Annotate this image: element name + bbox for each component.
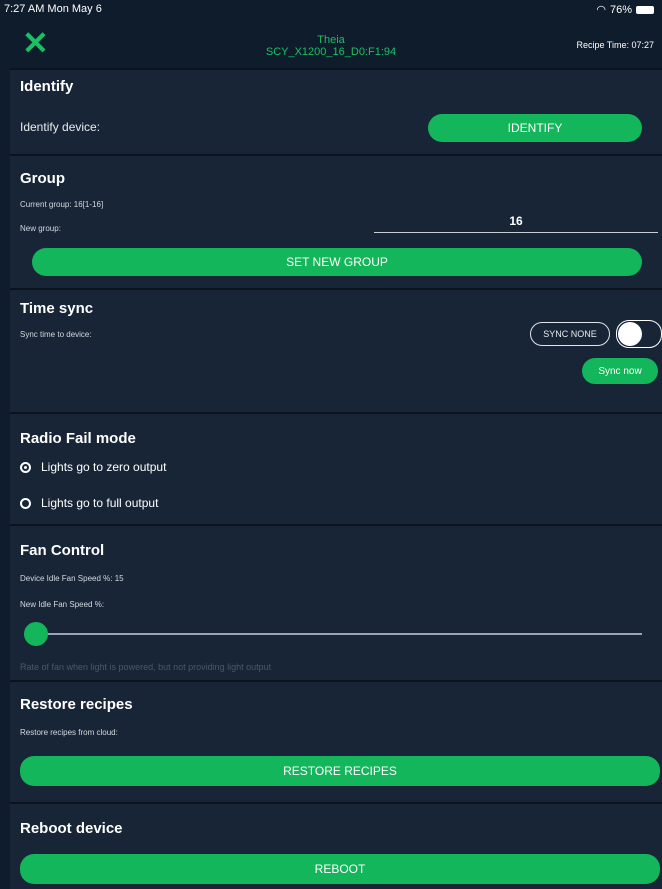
radio-option-full[interactable]: Lights go to full output: [20, 496, 158, 510]
radio-selected-icon: [20, 461, 31, 473]
device-title: Theia: [317, 34, 345, 46]
new-group-label: New group:: [20, 224, 61, 233]
restore-label: Restore recipes from cloud:: [20, 728, 118, 737]
fan-control-title: Fan Control: [20, 542, 105, 559]
radio-option-zero[interactable]: Lights go to zero output: [20, 460, 166, 474]
reboot-button[interactable]: REBOOT: [20, 854, 660, 884]
current-group: Current group: 16[1-16]: [20, 200, 104, 209]
new-group-input[interactable]: 16: [374, 214, 658, 233]
time-sync-title: Time sync: [20, 300, 94, 317]
sync-none-chip[interactable]: SYNC NONE: [530, 322, 610, 346]
restore-title: Restore recipes: [20, 696, 133, 713]
status-time-date: 7:27 AM Mon May 6: [4, 3, 102, 15]
status-right: ◠ 76%: [596, 3, 654, 16]
identify-label: Identify device:: [20, 120, 101, 134]
reboot-section: Reboot device REBOOT: [10, 802, 662, 889]
radio-fail-title: Radio Fail mode: [20, 430, 136, 447]
radio-option-zero-label: Lights go to zero output: [41, 460, 167, 474]
fan-hint: Rate of fan when light is powered, but n…: [20, 662, 272, 672]
fan-slider-track[interactable]: [34, 633, 642, 635]
identify-button[interactable]: IDENTIFY: [428, 114, 642, 142]
group-section: Group Current group: 16[1-16] New group:…: [10, 154, 662, 288]
radio-fail-section: Radio Fail mode Lights go to zero output…: [10, 412, 662, 524]
new-idle-fan-label: New Idle Fan Speed %:: [20, 600, 105, 609]
restore-recipes-button[interactable]: RESTORE RECIPES: [20, 756, 660, 786]
toggle-knob: [618, 322, 642, 346]
fan-slider-handle[interactable]: [24, 622, 48, 646]
sync-toggle[interactable]: [616, 320, 662, 348]
identify-title: Identify: [20, 78, 74, 95]
set-new-group-button[interactable]: SET NEW GROUP: [32, 248, 642, 276]
identify-section: Identify Identify device: IDENTIFY: [10, 68, 662, 154]
sync-now-button[interactable]: Sync now: [582, 358, 658, 384]
header: ✕ Theia SCY_X1200_16_D0:F1:94 Recipe Tim…: [0, 20, 662, 68]
group-title: Group: [20, 170, 65, 187]
radio-option-full-label: Lights go to full output: [41, 496, 159, 510]
sync-label: Sync time to device:: [20, 330, 92, 339]
recipe-time: Recipe Time: 07:27: [576, 40, 654, 50]
wifi-icon: ◠: [596, 4, 606, 16]
time-sync-section: Time sync Sync time to device: SYNC NONE…: [10, 288, 662, 412]
fan-control-section: Fan Control Device Idle Fan Speed %: 15 …: [10, 524, 662, 680]
reboot-title: Reboot device: [20, 820, 123, 837]
idle-fan-speed: Device Idle Fan Speed %: 15: [20, 574, 124, 583]
radio-unselected-icon: [20, 497, 31, 509]
restore-section: Restore recipes Restore recipes from clo…: [10, 680, 662, 802]
status-bar: 7:27 AM Mon May 6 ◠ 76%: [0, 0, 662, 20]
device-id: SCY_X1200_16_D0:F1:94: [265, 46, 397, 58]
battery-percent: 76%: [609, 3, 632, 16]
battery-icon: [636, 5, 654, 14]
